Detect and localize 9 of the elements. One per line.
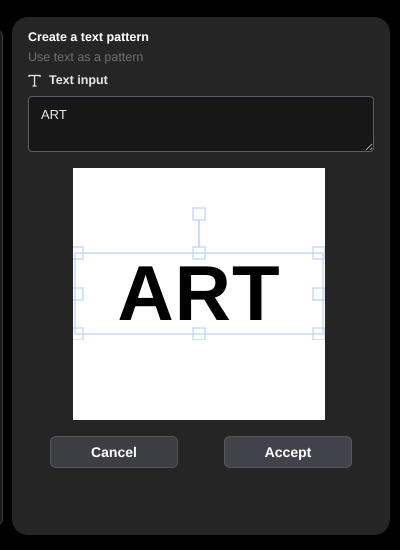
accept-button[interactable]: Accept [224,436,352,468]
field-label: Text input [49,72,108,89]
dialog-title: Create a text pattern [28,29,150,45]
dialog-subtitle: Use text as a pattern [28,49,144,65]
cancel-button[interactable]: Cancel [50,436,178,468]
text-input-field[interactable]: ART [28,96,374,152]
preview-text: ART [117,254,281,332]
text-icon [28,74,41,86]
selection-handles[interactable] [73,207,325,340]
